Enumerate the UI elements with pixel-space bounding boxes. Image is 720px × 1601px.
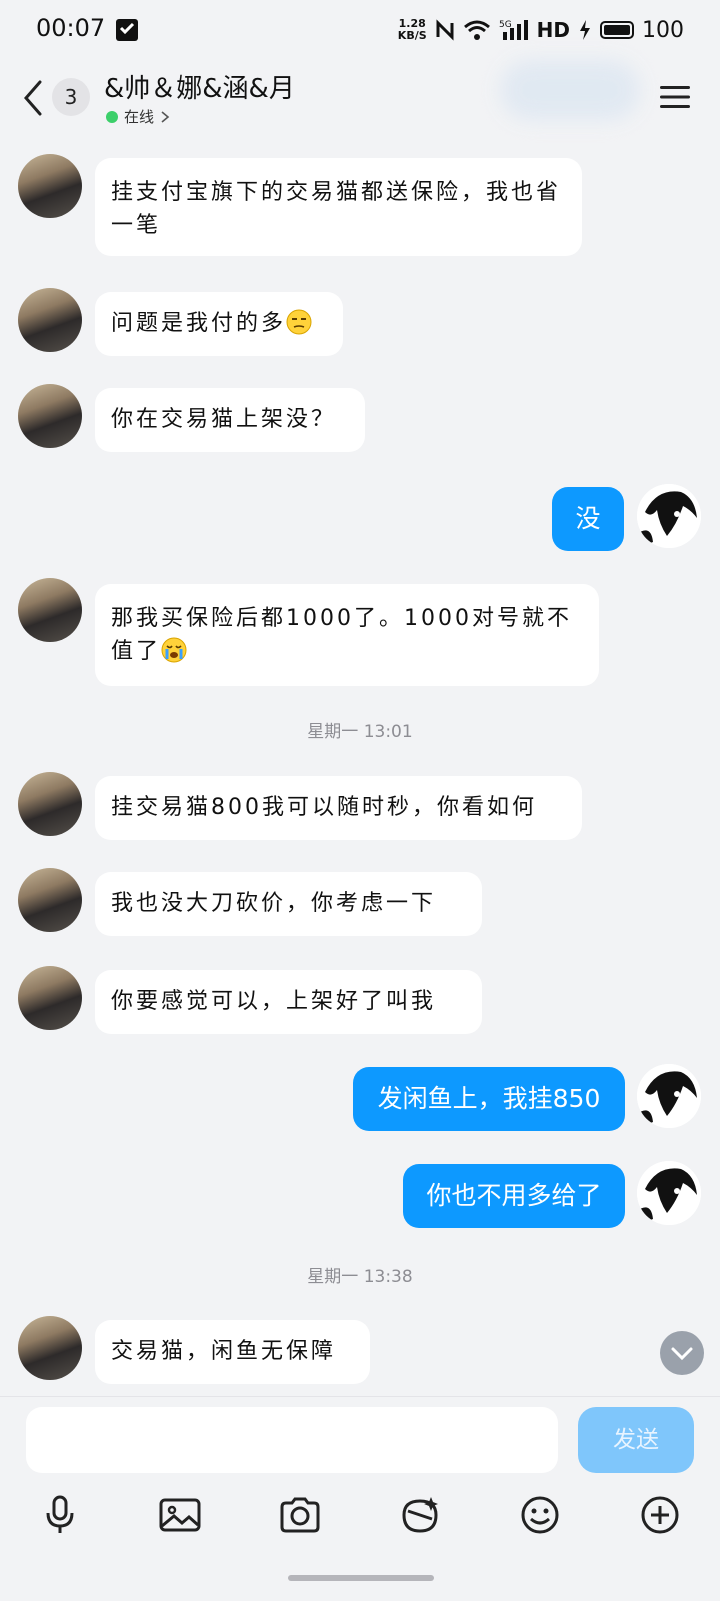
peer-avatar[interactable] (18, 384, 82, 448)
wifi-icon (463, 20, 490, 40)
svg-text:5G: 5G (499, 20, 512, 30)
peer-avatar[interactable] (18, 966, 82, 1030)
peer-avatar[interactable] (18, 288, 82, 352)
message-bubble-incoming[interactable]: 挂交易猫800我可以随时秒，你看如何 (95, 776, 582, 840)
status-time: 00:07 (36, 14, 106, 42)
message-bubble-outgoing[interactable]: 发闲鱼上，我挂850 (353, 1067, 625, 1131)
home-indicator[interactable] (288, 1575, 434, 1581)
self-avatar[interactable] (637, 1064, 701, 1128)
chevron-down-icon (671, 1347, 693, 1361)
charging-icon (580, 20, 590, 40)
smirk-emoji-icon (286, 309, 312, 335)
message-bubble-incoming[interactable]: 那我买保险后都1000了。1000对号就不值了 (95, 584, 599, 686)
timestamp: 星期一 13:01 (307, 722, 413, 742)
chevron-right-icon (161, 110, 170, 123)
sticker-icon[interactable] (398, 1493, 442, 1537)
self-avatar[interactable] (637, 1161, 701, 1225)
peer-avatar[interactable] (18, 578, 82, 642)
message-bubble-outgoing[interactable]: 没 (552, 487, 624, 551)
image-icon[interactable] (158, 1493, 202, 1537)
message-bubble-incoming[interactable]: 问题是我付的多 (95, 292, 343, 356)
blurred-header-area (500, 60, 640, 120)
presence-label: 在线 (124, 108, 155, 126)
message-text: 问题是我付的多 (111, 311, 287, 336)
nfc-icon (436, 19, 454, 41)
microphone-icon[interactable] (38, 1493, 82, 1537)
menu-icon[interactable] (660, 84, 690, 110)
send-button[interactable]: 发送 (578, 1407, 694, 1473)
peer-avatar[interactable] (18, 868, 82, 932)
composer: 发送 (0, 1396, 720, 1601)
peer-avatar[interactable] (18, 154, 82, 218)
notification-icon (116, 19, 138, 41)
peer-avatar[interactable] (18, 1316, 82, 1380)
message-bubble-incoming[interactable]: 你要感觉可以，上架好了叫我 (95, 970, 482, 1034)
camera-icon[interactable] (278, 1493, 322, 1537)
cell-signal-icon: 5G (499, 20, 528, 40)
message-bubble-outgoing[interactable]: 你也不用多给了 (403, 1164, 625, 1228)
message-bubble-incoming[interactable]: 你在交易猫上架没？ (95, 388, 365, 452)
online-dot-icon (106, 110, 118, 123)
hd-indicator: HD (536, 18, 570, 42)
network-speed: 1.28 KB/S (397, 17, 427, 42)
status-bar: 00:07 1.28 KB/S 5G HD 100 (0, 0, 720, 60)
emoji-icon[interactable] (518, 1493, 562, 1537)
unread-count-badge[interactable]: 3 (52, 78, 90, 116)
presence-status[interactable]: 在线 (106, 106, 170, 127)
battery-icon (600, 21, 634, 39)
battery-level: 100 (642, 17, 684, 43)
chat-header: 3 &帅＆娜&涵&月 在线 (0, 60, 720, 140)
crying-emoji-icon (161, 637, 187, 663)
message-bubble-incoming[interactable]: 挂支付宝旗下的交易猫都送保险，我也省一笔 (95, 158, 582, 256)
message-input[interactable] (26, 1407, 558, 1473)
timestamp: 星期一 13:38 (307, 1267, 413, 1287)
composer-toolbar (0, 1493, 720, 1549)
self-avatar[interactable] (637, 484, 701, 548)
scroll-to-bottom-button[interactable] (660, 1331, 704, 1375)
message-bubble-incoming[interactable]: 我也没大刀砍价，你考虑一下 (95, 872, 482, 936)
plus-icon[interactable] (638, 1493, 682, 1537)
peer-avatar[interactable] (18, 772, 82, 836)
status-icons: 1.28 KB/S 5G HD 100 (398, 12, 684, 48)
chat-title: &帅＆娜&涵&月 (104, 74, 295, 104)
back-arrow-icon[interactable] (20, 78, 46, 118)
message-bubble-incoming[interactable]: 交易猫，闲鱼无保障 (95, 1320, 370, 1384)
